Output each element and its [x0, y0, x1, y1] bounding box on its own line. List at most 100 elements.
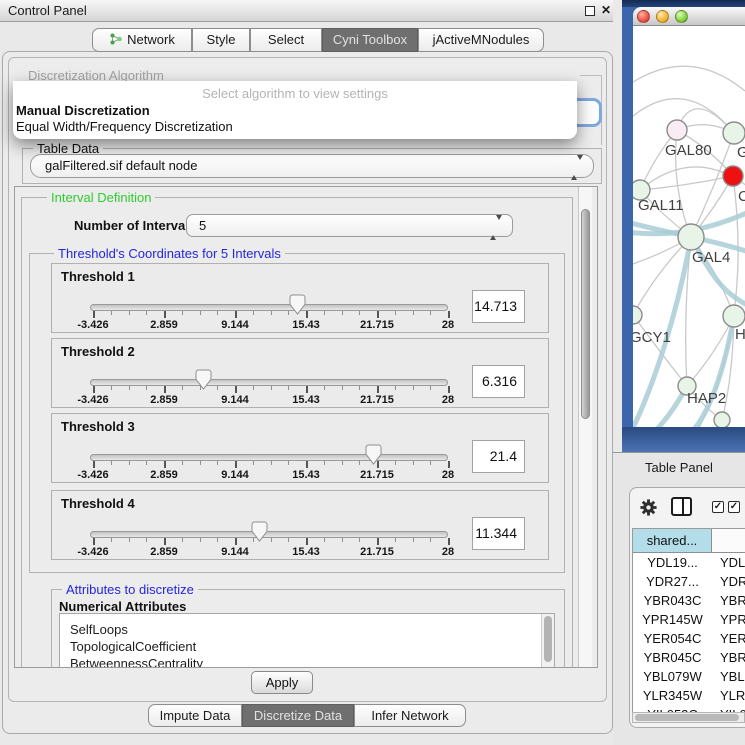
tab-jactivemnodules[interactable]: jActiveMNodules: [418, 28, 544, 52]
settings-scrollbar-thumb[interactable]: [581, 209, 590, 419]
slider-tick-minor: [182, 538, 183, 542]
slider-tick-minor: [342, 538, 343, 542]
column-header-shared-name[interactable]: shared...: [633, 529, 712, 553]
slider-scale-label: -3.426: [65, 319, 121, 331]
close-icon[interactable]: ✕: [601, 3, 611, 17]
slider-tick-minor: [146, 386, 147, 390]
tab-select[interactable]: Select: [250, 28, 322, 52]
table-panel-title: Table Panel: [645, 460, 713, 475]
tab-impute-data[interactable]: Impute Data: [148, 704, 242, 727]
slider-tick-minor: [288, 386, 289, 390]
num-intervals-label: Number of Intervals: [74, 218, 196, 233]
network-window-titlebar[interactable]: [633, 7, 745, 26]
network-node[interactable]: [633, 306, 642, 324]
threshold-value-input[interactable]: 14.713: [472, 290, 525, 323]
slider-tick-minor: [182, 461, 183, 465]
column-header-name[interactable]: na: [712, 529, 745, 553]
slider-scale-label: 15.43: [278, 319, 334, 331]
table-data-group: Table Data galFiltered.sif default node: [22, 148, 602, 184]
slider-tick-minor: [146, 538, 147, 542]
attribute-list-item[interactable]: BetweennessCentrality: [60, 655, 554, 668]
columns-icon[interactable]: [671, 497, 692, 516]
tab-cyni-toolbox[interactable]: Cyni Toolbox: [322, 28, 418, 52]
slider-tick-major: [448, 461, 450, 468]
slider-tick-major: [377, 311, 379, 318]
tab-network[interactable]: Network: [92, 28, 192, 52]
table-row[interactable]: YDL19...YDL1: [633, 553, 745, 572]
network-node-label: H: [735, 326, 745, 343]
minimize-traffic-light-icon[interactable]: [656, 10, 669, 23]
threshold-slider-track[interactable]: [90, 379, 448, 386]
table-hscrollbar-thumb[interactable]: [635, 714, 739, 721]
threshold-value-input[interactable]: 6.316: [472, 365, 525, 398]
checkbox-icon[interactable]: ✓: [728, 501, 740, 513]
threshold-value-input[interactable]: 11.344: [472, 517, 525, 550]
network-node-label: GCY1: [633, 329, 671, 346]
slider-tick-minor: [129, 461, 130, 465]
tab-style[interactable]: Style: [192, 28, 250, 52]
slider-tick-major: [164, 461, 166, 468]
network-node[interactable]: [667, 120, 687, 140]
num-intervals-spinner[interactable]: 5: [186, 214, 513, 237]
table-hscrollbar[interactable]: [632, 712, 745, 723]
network-canvas[interactable]: GAL80GACGAL11GAL4GCY1HHAP2: [633, 26, 745, 427]
gear-icon[interactable]: [639, 498, 658, 517]
slider-tick-minor: [217, 538, 218, 542]
slider-tick-minor: [359, 386, 360, 390]
slider-tick-minor: [395, 461, 396, 465]
numerical-attributes-list[interactable]: SelfLoopsTopologicalCoefficientBetweenne…: [59, 613, 555, 668]
apply-button[interactable]: Apply: [251, 671, 313, 694]
cell-shared-name: YER054C: [633, 629, 712, 648]
table-data-combo[interactable]: galFiltered.sif default node: [30, 154, 594, 178]
dropdown-option-equal-width-frequency-discretization[interactable]: Equal Width/Frequency Discretization: [16, 119, 574, 134]
attribute-list-item[interactable]: SelfLoops: [60, 621, 554, 638]
network-node[interactable]: [723, 305, 745, 327]
cell-name: YER0: [712, 629, 745, 648]
threshold-slider-thumb[interactable]: [251, 521, 268, 547]
slider-tick-major: [377, 538, 379, 545]
float-window-icon[interactable]: [585, 6, 595, 16]
network-node[interactable]: [723, 122, 745, 144]
node-attribute-table: shared...naYDL19...YDL1YDR27...YDR2YBR04…: [632, 528, 745, 713]
table-row[interactable]: YER054CYER0: [633, 629, 745, 648]
slider-tick-major: [235, 386, 237, 393]
network-node-label: GAL80: [665, 142, 712, 159]
network-node[interactable]: [723, 166, 743, 186]
table-row[interactable]: YDR27...YDR2: [633, 572, 745, 591]
list-scrollbar[interactable]: [541, 614, 554, 668]
slider-tick-major: [306, 386, 308, 393]
numerical-attributes-label: Numerical Attributes: [59, 599, 186, 614]
attributes-group-title: Attributes to discretize: [62, 582, 198, 597]
zoom-traffic-light-icon[interactable]: [675, 10, 688, 23]
slider-tick-minor: [129, 538, 130, 542]
network-node[interactable]: [678, 224, 704, 250]
threshold-row-2: Threshold 2-3.4262.8599.14415.4321.71528…: [51, 338, 549, 408]
close-traffic-light-icon[interactable]: [637, 10, 650, 23]
slider-scale-label: 28: [420, 319, 476, 331]
attribute-list-item[interactable]: TopologicalCoefficient: [60, 638, 554, 655]
threshold-slider-thumb[interactable]: [289, 294, 306, 320]
threshold-slider-track[interactable]: [90, 531, 448, 538]
threshold-slider-thumb[interactable]: [365, 444, 382, 470]
network-node[interactable]: [714, 412, 730, 427]
slider-tick-major: [93, 538, 95, 545]
panel-title: Control Panel: [8, 3, 87, 18]
threshold-value-input[interactable]: 21.4: [472, 440, 525, 473]
table-row[interactable]: YPR145WYPR1: [633, 610, 745, 629]
checkbox-icon[interactable]: ✓: [712, 501, 724, 513]
threshold-slider-track[interactable]: [90, 304, 448, 311]
slider-tick-minor: [430, 311, 431, 315]
tab-discretize-data[interactable]: Discretize Data: [242, 704, 354, 727]
slider-scale-label: 21.715: [349, 394, 405, 406]
threshold-slider-thumb[interactable]: [195, 369, 212, 395]
settings-scrollbar[interactable]: [578, 187, 592, 668]
table-row[interactable]: YBR045CYBR0: [633, 648, 745, 667]
threshold-slider-track[interactable]: [90, 454, 448, 461]
cell-name: YDL1: [712, 553, 745, 572]
table-row[interactable]: YBR043CYBR0: [633, 591, 745, 610]
table-row[interactable]: YLR345WYLR3: [633, 686, 745, 705]
tab-infer-network[interactable]: Infer Network: [354, 704, 466, 727]
list-scrollbar-thumb[interactable]: [544, 616, 552, 662]
table-row[interactable]: YBL079WYBL0: [633, 667, 745, 686]
dropdown-option-manual-discretization[interactable]: Manual Discretization: [16, 103, 574, 118]
